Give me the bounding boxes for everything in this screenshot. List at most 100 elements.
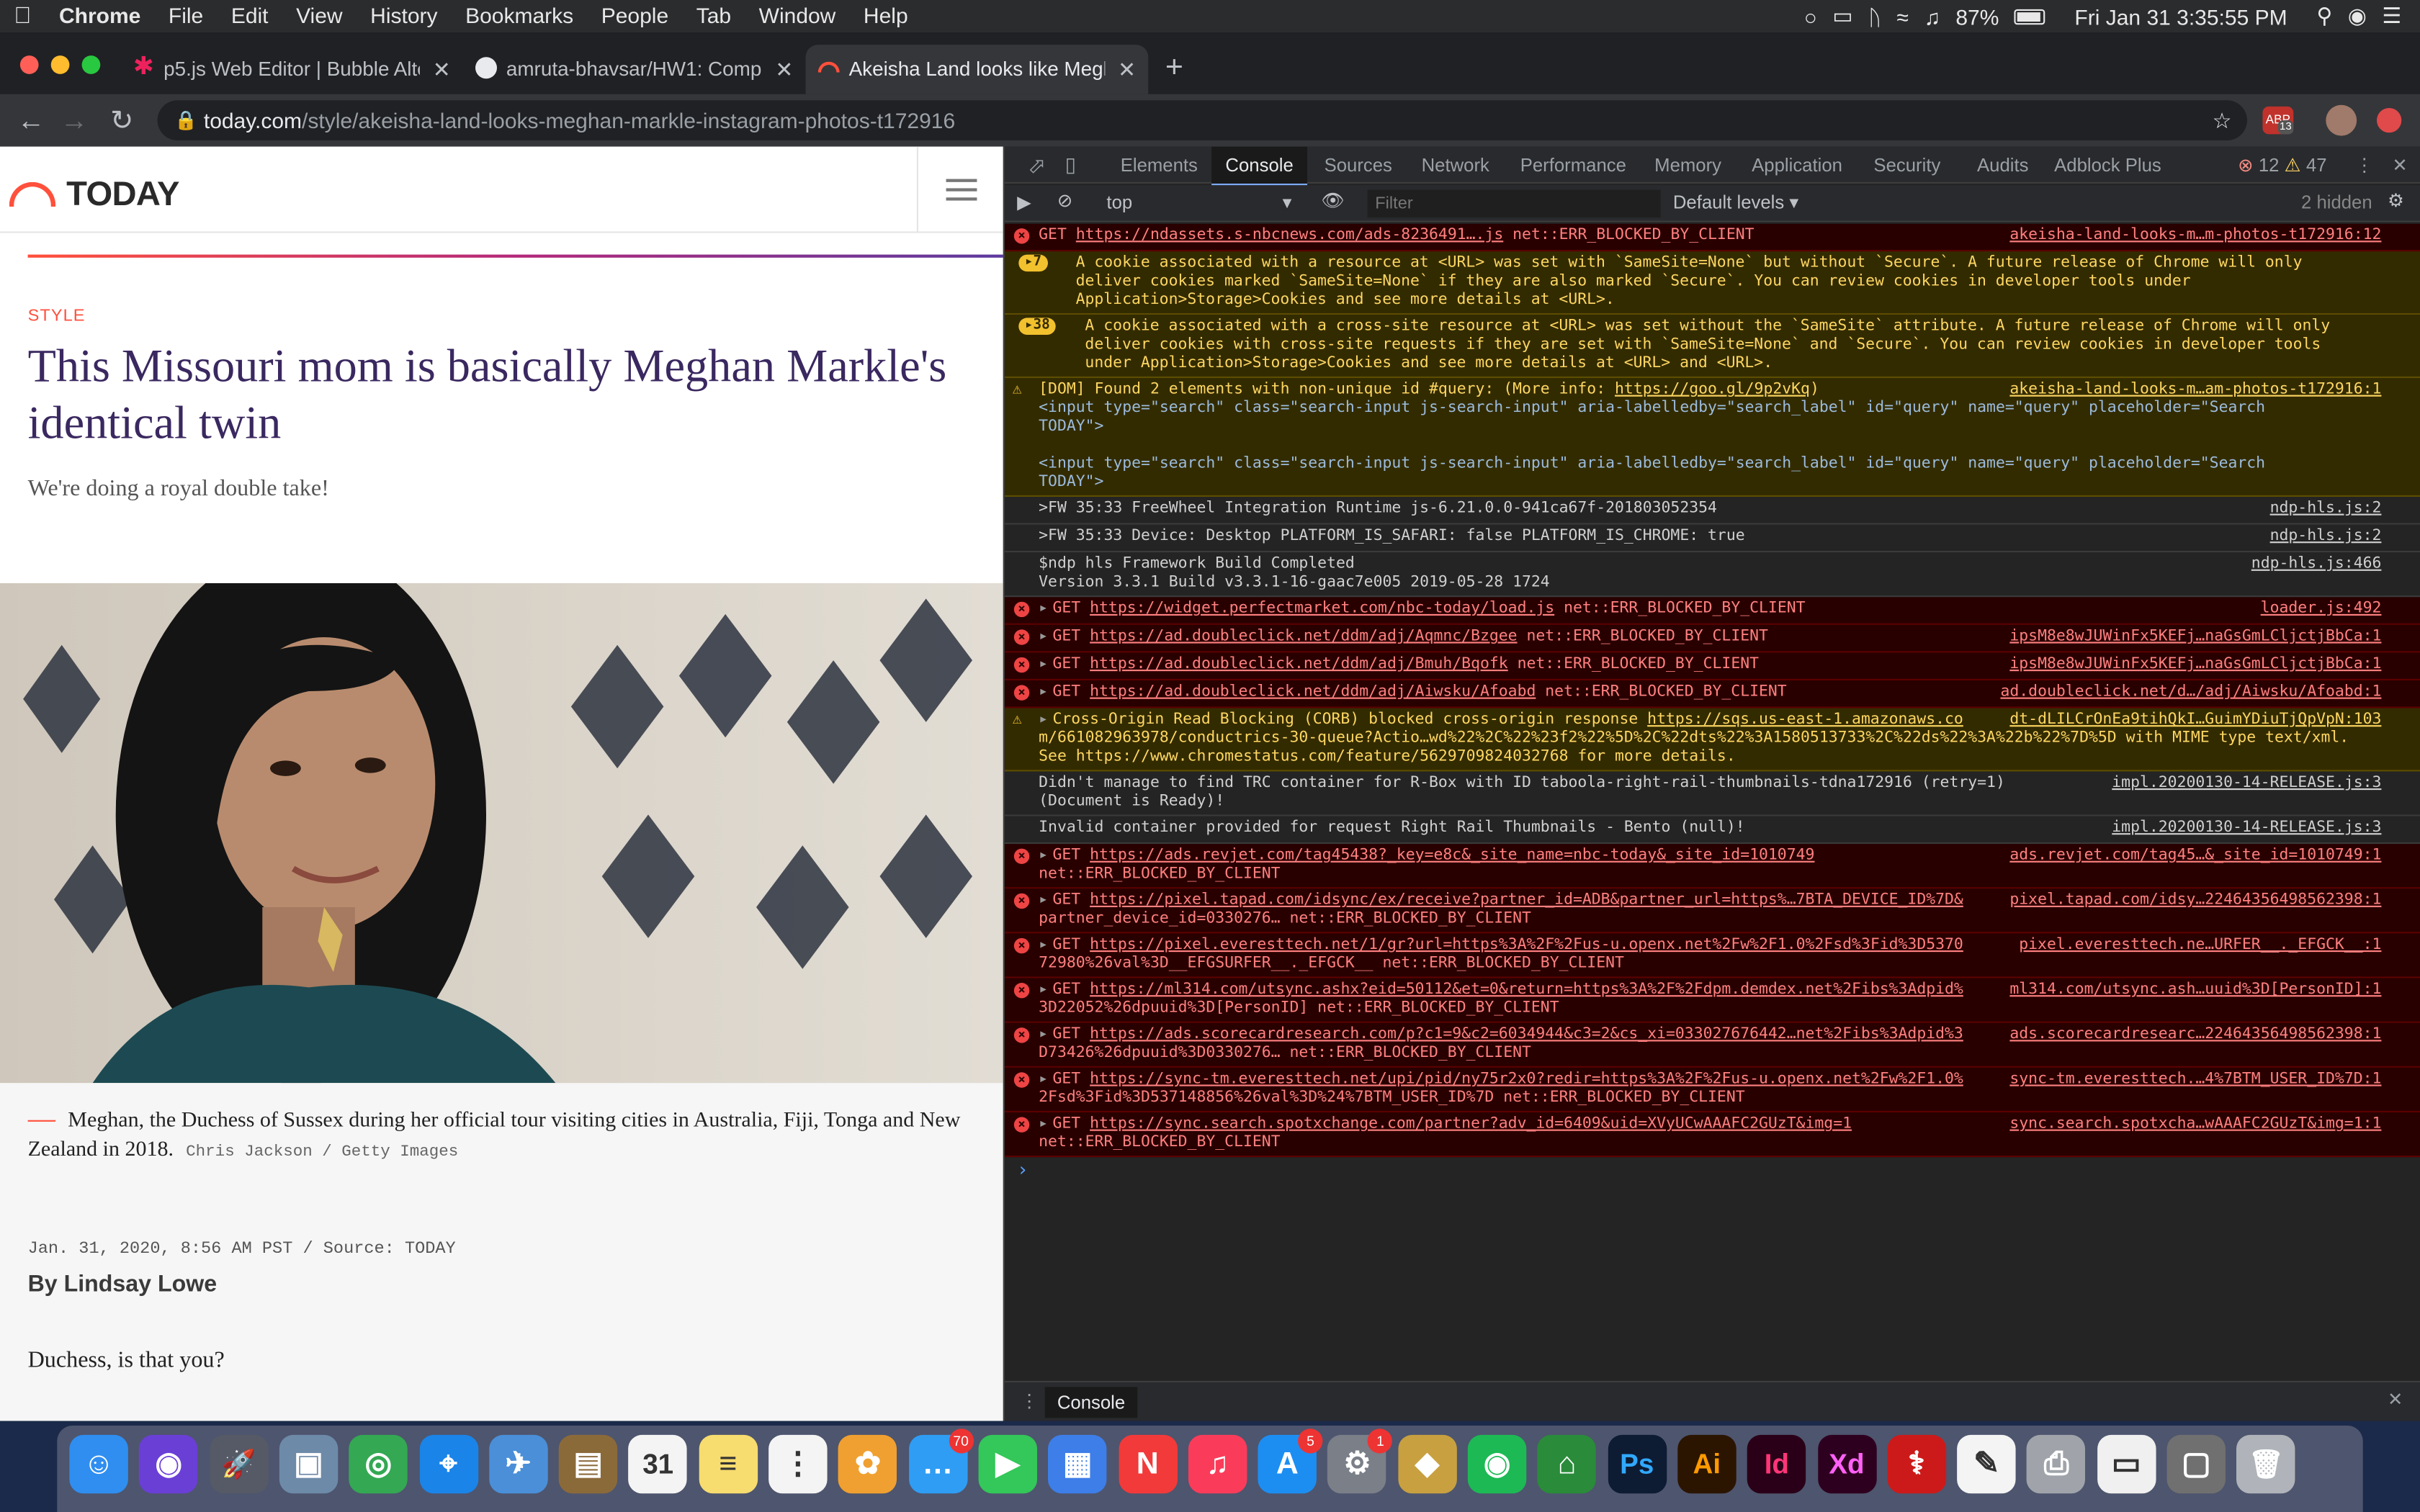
volume-icon[interactable]: ♫ [1924,4,1940,28]
today-logo[interactable]: TODAY [9,174,179,215]
minimize-window-button[interactable] [50,55,70,74]
console-message-log[interactable]: >FW 35:33 FreeWheel Integration Runtime … [1005,497,2420,525]
printer-icon[interactable]: ⎙ [2027,1434,2086,1494]
expand-arrow-icon[interactable]: ▸ [1039,1071,1048,1088]
menu-help[interactable]: Help [850,0,922,32]
message-url-link[interactable]: https://ml314.com/utsync.ashx?eid=50112&… [1090,981,1963,999]
console-message-warn[interactable]: ▸38 A cookie associated with a cross-site… [1005,315,2420,378]
source-location-link[interactable]: ads.scorecardresearc…22464356498562398:1 [2000,1026,2382,1045]
tab-elements[interactable]: Elements [1106,147,1211,184]
expand-arrow-icon[interactable]: ▸ [1039,892,1048,909]
expand-arrow-icon[interactable]: ▸ [1039,981,1048,999]
menu-bookmarks[interactable]: Bookmarks [452,0,588,32]
device-toolbar-icon[interactable]: ▯ [1051,147,1090,184]
message-url-link[interactable]: https://pixel.tapad.com/idsync/ex/receiv… [1090,892,1963,909]
source-location-link[interactable]: loader.js:492 [2251,600,2382,619]
source-location-link[interactable]: ndp-hls.js:2 [2261,500,2382,518]
close-tab-icon[interactable]: ✕ [433,45,451,94]
expand-arrow-icon[interactable]: ▸ [1039,683,1048,701]
console-message-err[interactable]: × ▸ GET https://ml314.com/utsync.ashx?eid=… [1005,978,2420,1023]
bookmark-star-icon[interactable]: ☆ [2213,100,2232,140]
console-message-warn[interactable]: ⚠ ▸ Cross-Origin Read Blocking (CORB) bloc… [1005,708,2420,772]
console-message-err[interactable]: × ▸ GET https://ad.doubleclick.net/ddm/adj… [1005,624,2420,653]
drawer-tab-console[interactable]: Console [1044,1387,1138,1418]
expand-arrow-icon[interactable]: ▸ [1039,937,1048,954]
console-message-err[interactable]: × ▸ GET https://pixel.tapad.com/idsync/ex/… [1005,888,2420,934]
launchpad-icon[interactable]: 🚀 [209,1434,268,1494]
reload-button[interactable]: ↻ [102,100,142,140]
context-selector[interactable]: top ▾ [1106,192,1291,213]
message-url-link[interactable]: https://widget.perfectmarket.com/nbc-tod… [1090,600,1554,618]
news-icon[interactable]: N [1118,1434,1177,1494]
trash-icon[interactable]: 🗑 [2236,1434,2296,1494]
sidebar-toggle-icon[interactable]: ▶ [1017,192,1031,213]
console-message-err[interactable]: × ▸ GET https://ad.doubleclick.net/ddm/adj… [1005,652,2420,680]
message-url-link[interactable]: https://ad.doubleclick.net/ddm/adj/Aqmnc… [1090,628,1517,645]
apple-menu-icon[interactable]:  [0,0,45,32]
profile-avatar[interactable] [2326,104,2357,136]
siri-icon[interactable]: ◉ [139,1434,198,1494]
bluetooth-icon[interactable]: ᚢ [1868,4,1881,28]
live-expression-eye-icon[interactable]: 👁 [1321,190,1345,212]
source-location-link[interactable]: akeisha-land-looks-m…am-photos-t172916:1 [2000,381,2382,400]
close-devtools-icon[interactable]: ✕ [2378,147,2420,184]
xd-icon[interactable]: Xd [1817,1434,1876,1494]
source-location-link[interactable]: sync.search.spotxcha…wAAAFC2GUzT&img=1:1 [2000,1115,2382,1134]
creative-cloud-icon[interactable]: ○ [1804,4,1817,28]
expand-arrow-icon[interactable]: ▸ [1039,600,1048,618]
notification-center-icon[interactable]: ☰ [2382,3,2401,29]
extension-icon[interactable] [2377,108,2402,133]
music-icon[interactable]: ♫ [1188,1434,1247,1494]
textedit-icon[interactable]: ✎ [1957,1434,2016,1494]
message-url-link[interactable]: https://ndassets.s-nbcnews.com/ads-82364… [1076,227,1503,244]
menu-people[interactable]: People [587,0,682,32]
expand-arrow-icon[interactable]: ▸ [1039,1115,1048,1133]
expand-arrow-icon[interactable]: ▸ [1039,628,1048,645]
keynote-icon[interactable]: ▦ [1048,1434,1107,1494]
close-window-button[interactable] [19,55,39,74]
article-byline[interactable]: By Lindsay Lowe [28,1272,218,1297]
source-location-link[interactable]: pixel.everesttech.ne…URFER__._EFGCK__:1 [2009,936,2382,955]
console-filter-input[interactable]: Filter [1367,189,1661,218]
section-label[interactable]: STYLE [28,307,86,325]
console-message-err[interactable]: × ▸ GET https://sync.search.spotxchange.co… [1005,1112,2420,1158]
preview-icon[interactable]: ▣ [279,1434,339,1494]
console-message-warn[interactable]: ⚠ [DOM] Found 2 elements with non-unique … [1005,378,2420,497]
console-message-err[interactable]: × ▸ GET https://widget.perfectmarket.com/n… [1005,597,2420,625]
source-location-link[interactable]: akeisha-land-looks-m…m-photos-t172916:12 [2000,227,2382,246]
cyberduck-icon[interactable]: ◆ [1397,1434,1457,1494]
user-avatar-icon[interactable]: ◉ [2348,3,2367,29]
source-location-link[interactable]: ipsM8e8wJUWinFx5KEFj…naGsGmLCljctjBbCa:1 [2000,628,2382,647]
source-location-link[interactable]: ndp-hls.js:2 [2261,528,2382,546]
hamburger-menu-icon[interactable] [916,146,1003,233]
tab-console[interactable]: Console [1211,146,1308,187]
tab-security[interactable]: Security [1860,147,1954,184]
console-message-log[interactable]: $ndp hls Framework Build Completed Versio… [1005,552,2420,598]
forward-button[interactable]: → [54,100,94,140]
chrome-icon[interactable]: ◎ [349,1434,408,1494]
source-location-link[interactable]: ndp-hls.js:466 [2242,555,2382,574]
message-url-link[interactable]: https://ad.doubleclick.net/ddm/adj/Bmuh/… [1090,656,1508,673]
source-location-link[interactable]: ads.revjet.com/tag45…&_site_id=1010749:1 [2000,847,2382,866]
message-url-link[interactable]: https://ads.scorecardresearch.com/p?c1=9… [1090,1026,1963,1043]
system-preferences-icon[interactable]: ⚙ 1 [1327,1428,1393,1494]
browser-tab-today-active[interactable]: Akeisha Land looks like Meghan ✕ [805,45,1149,94]
close-tab-icon[interactable]: ✕ [1118,45,1136,94]
source-location-link[interactable]: pixel.tapad.com/idsy…22464356498562398:1 [2000,891,2382,911]
tab-network[interactable]: Network [1407,147,1503,184]
source-location-link[interactable]: ml314.com/utsync.ash…uuid%3D[PersonID]:1 [2000,981,2382,1000]
spotlight-icon[interactable]: ⚲ [2316,3,2332,29]
issue-counter[interactable]: ⊗ 12 ⚠ 47 [2224,147,2341,184]
document-icon[interactable]: ▭ [2097,1434,2156,1494]
console-message-log[interactable]: Didn't manage to find TRC container for … [1005,771,2420,816]
battery-percent[interactable]: 87% [1955,4,1999,28]
maps-icon[interactable]: ⌂ [1537,1434,1597,1494]
message-url-link[interactable]: https://ads.revjet.com/tag45438?_key=e8c… [1090,847,1814,864]
tab-performance[interactable]: Performance [1506,147,1640,184]
address-bar[interactable]: 🔒 today.com/style/akeisha-land-looks-meg… [157,100,2247,140]
back-button[interactable]: ← [11,100,51,140]
indesign-icon[interactable]: Id [1747,1434,1806,1494]
menu-file[interactable]: File [155,0,218,32]
menu-view[interactable]: View [282,0,357,32]
menu-edit[interactable]: Edit [218,0,282,32]
